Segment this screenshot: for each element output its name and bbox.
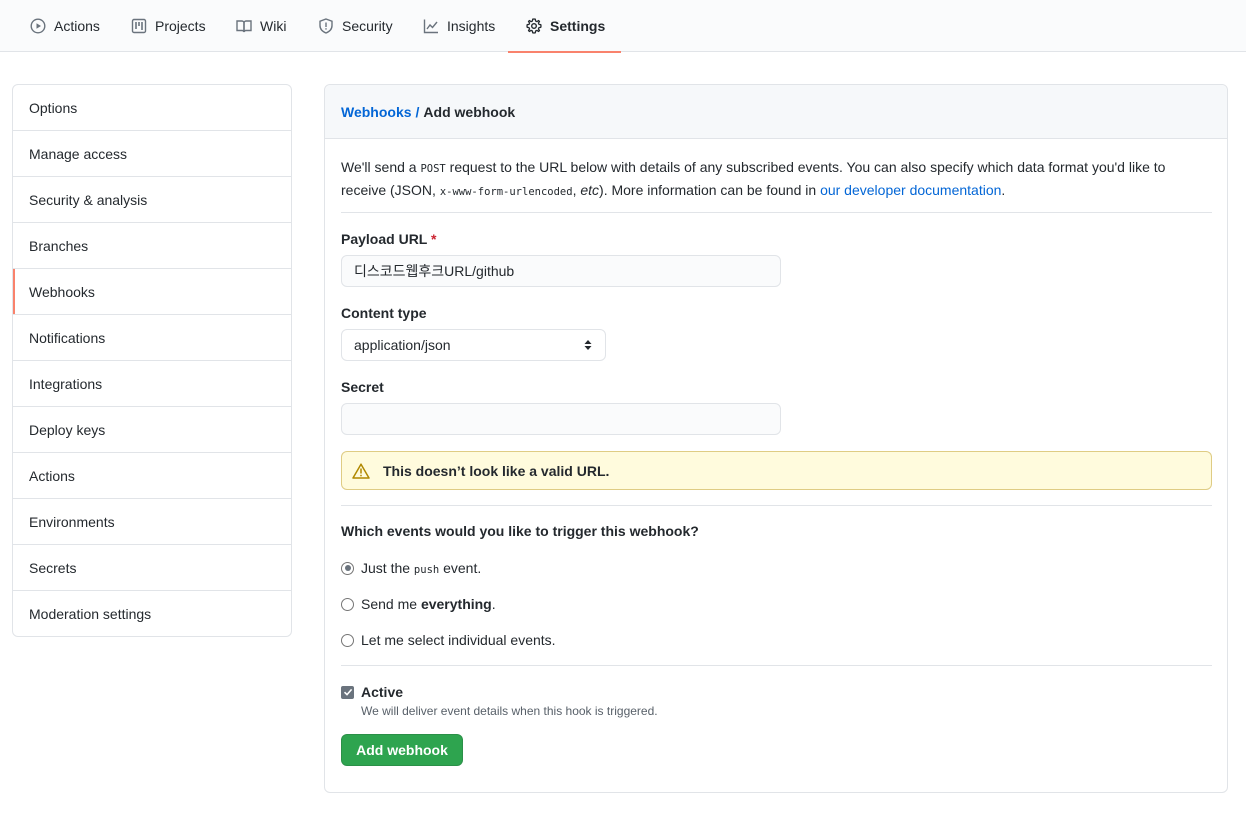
graph-icon [423,18,439,34]
sidebar-item-secrets[interactable]: Secrets [13,545,291,591]
intro-code-urlencoded: x-www-form-urlencoded [439,186,573,198]
radio-everything[interactable]: Send me everything. [341,595,496,613]
gear-icon [526,18,542,34]
divider [341,665,1212,666]
divider [341,505,1212,506]
select-arrows-icon [583,338,593,352]
payload-url-label: Payload URL * [341,231,436,247]
sidebar-item-label: Actions [29,467,75,484]
radio-label-bold: everything [420,596,492,612]
sidebar-item-manage-access[interactable]: Manage access [13,131,291,177]
tab-label: Settings [550,18,606,34]
tab-label: Wiki [260,18,287,34]
tab-insights[interactable]: Insights [423,0,495,52]
sidebar-item-label: Security & analysis [29,191,148,208]
repo-nav: Actions Projects Wiki Security Insights … [0,0,1246,53]
add-webhook-box: Webhooks / Add webhook We'll send a POST… [324,84,1228,793]
sidebar-item-label: Notifications [29,329,106,346]
sidebar-item-label: Integrations [29,375,103,392]
sidebar-item-environments[interactable]: Environments [13,499,291,545]
radio-select-individual[interactable]: Let me select individual events. [341,631,556,649]
invalid-url-warning: This doesn’t look like a valid URL. [341,451,1212,490]
active-checkbox-row[interactable]: Active [341,683,403,701]
active-label: Active [361,684,404,700]
warning-text: This doesn’t look like a valid URL. [383,462,610,479]
tab-label: Actions [54,18,100,34]
intro-part: We'll send a [341,159,421,175]
tab-label: Projects [155,18,206,34]
push-code: push [413,564,440,576]
settings-sidebar: Options Manage access Security & analysi… [12,84,292,637]
breadcrumb: Webhooks / Add webhook [325,85,1227,139]
events-question: Which events would you like to trigger t… [341,523,699,539]
tab-label: Insights [447,18,496,34]
page-title: Add webhook [423,103,516,120]
radio-button[interactable] [341,597,354,611]
required-mark: * [431,231,437,247]
tab-wiki[interactable]: Wiki [236,0,286,52]
intro-code-post: POST [420,163,446,175]
radio-label: Let me select individual events. [361,632,556,648]
alert-icon [352,462,370,479]
radio-label-part: event. [439,560,482,576]
tab-settings[interactable]: Settings [507,0,622,53]
sidebar-item-branches[interactable]: Branches [13,223,291,269]
sidebar-item-label: Options [29,99,78,116]
tab-projects[interactable]: Projects [131,0,206,52]
sidebar-item-deploy-keys[interactable]: Deploy keys [13,407,291,453]
play-icon [30,18,46,34]
breadcrumb-webhooks-link[interactable]: Webhooks [341,104,412,120]
shield-icon [318,18,334,34]
book-icon [236,18,252,34]
sidebar-item-label: Secrets [29,559,77,576]
sidebar-item-notifications[interactable]: Notifications [13,315,291,361]
sidebar-item-webhooks[interactable]: Webhooks [13,269,291,315]
radio-button[interactable] [341,561,354,575]
sidebar-item-label: Deploy keys [29,421,106,438]
radio-label: Just the push event. [361,560,481,576]
sidebar-item-label: Manage access [29,145,128,162]
sidebar-item-security-analysis[interactable]: Security & analysis [13,177,291,223]
radio-button[interactable] [341,633,354,647]
payload-url-label-text: Payload URL [341,231,428,247]
radio-label-part: . [491,596,496,612]
content-type-value: application/json [354,337,451,353]
check-icon [343,688,352,696]
sidebar-item-label: Moderation settings [29,606,152,622]
active-note: We will deliver event details when this … [361,704,658,718]
payload-url-input[interactable]: 디스코드웹후크URL/github [341,255,781,287]
radio-label: Send me everything. [361,596,496,612]
sidebar-item-integrations[interactable]: Integrations [13,361,291,407]
breadcrumb-separator: / [415,103,420,120]
intro-part: . [1001,182,1006,198]
project-icon [131,18,147,34]
divider [341,212,1212,213]
add-webhook-button[interactable]: Add webhook [341,734,463,766]
sidebar-item-actions[interactable]: Actions [13,453,291,499]
sidebar-item-label: Webhooks [29,283,95,300]
content-type-select[interactable]: application/json [341,329,606,361]
secret-label: Secret [341,379,384,395]
radio-label-part: Just the [361,560,414,576]
intro-etc: etc [580,182,600,198]
tab-security[interactable]: Security [318,0,393,52]
intro-part: ). More information can be found in [599,182,821,198]
sidebar-item-label: Environments [29,513,115,530]
radio-label-part: Send me [361,596,421,612]
sidebar-item-moderation-settings[interactable]: Moderation settings [13,591,291,636]
content-type-label: Content type [341,305,427,321]
sidebar-item-options[interactable]: Options [13,85,291,131]
intro-text: We'll send a POST request to the URL bel… [341,157,1213,203]
radio-just-push[interactable]: Just the push event. [341,559,481,577]
tab-label: Security [342,18,393,34]
tab-actions[interactable]: Actions [30,0,100,52]
secret-input[interactable] [341,403,781,435]
sidebar-item-label: Branches [29,237,89,254]
developer-documentation-link[interactable]: our developer documentation [820,182,1001,198]
active-checkbox[interactable] [341,685,354,699]
